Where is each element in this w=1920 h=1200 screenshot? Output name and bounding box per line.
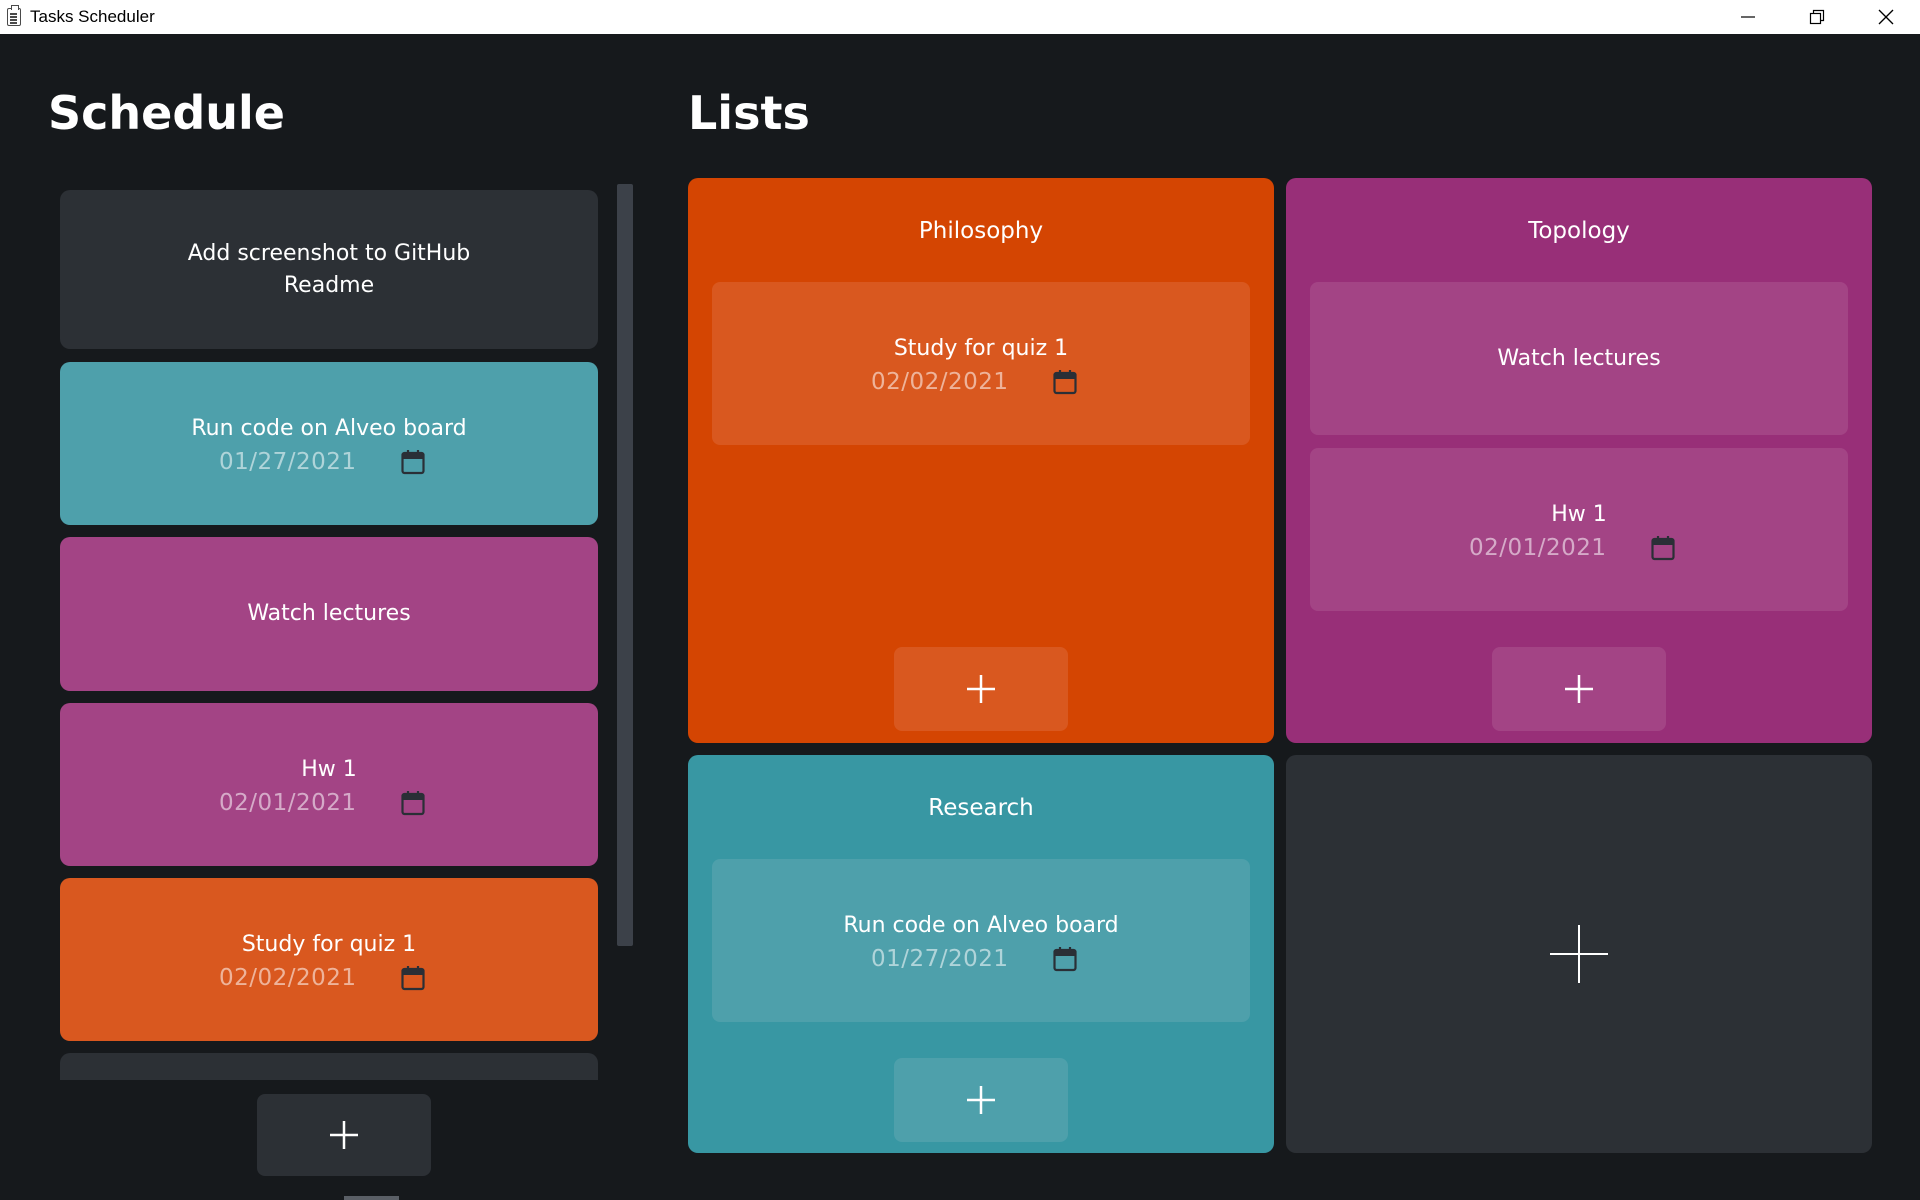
close-icon xyxy=(1878,9,1893,25)
task-title: Hw 1 xyxy=(1551,501,1607,527)
schedule-heading: Schedule xyxy=(48,86,285,140)
clipboard-icon xyxy=(7,5,21,26)
task-title: Study for quiz 1 xyxy=(893,335,1069,361)
calendar-icon[interactable] xyxy=(1053,946,1077,972)
window-controls xyxy=(1713,0,1920,34)
lists-heading: Lists xyxy=(688,86,810,140)
task-title: Hw 1 xyxy=(301,756,357,782)
schedule-item-partial[interactable] xyxy=(60,1053,598,1080)
task-date[interactable]: 02/02/2021 xyxy=(219,965,357,991)
list-item[interactable]: Hw 1 02/01/2021 xyxy=(1310,448,1848,611)
task-date-row: 01/27/2021 xyxy=(199,447,459,481)
task-date-row: 01/27/2021 xyxy=(851,944,1111,978)
task-title: Run code on Alveo board xyxy=(843,912,1119,938)
task-title: Watch lectures xyxy=(247,601,411,626)
resize-handle[interactable] xyxy=(344,1196,399,1200)
add-list-item-button[interactable] xyxy=(894,1058,1068,1142)
task-date[interactable]: 02/01/2021 xyxy=(1469,535,1607,561)
schedule-item[interactable]: Hw 1 02/01/2021 xyxy=(60,703,598,866)
add-list-item-button[interactable] xyxy=(894,647,1068,731)
task-date-row: 02/01/2021 xyxy=(199,788,459,822)
restore-icon xyxy=(1809,9,1824,25)
plus-icon xyxy=(967,1086,995,1114)
calendar-icon[interactable] xyxy=(401,790,425,816)
list-panel-topology: Topology Watch lectures Hw 1 02/01/2021 xyxy=(1286,178,1872,743)
schedule-item[interactable]: Add screenshot to GitHub Readme xyxy=(60,190,598,349)
schedule-scrollbar[interactable] xyxy=(617,184,633,946)
task-title: Watch lectures xyxy=(1497,345,1661,371)
task-date[interactable]: 02/02/2021 xyxy=(871,369,1009,395)
task-date[interactable]: 01/27/2021 xyxy=(219,449,357,475)
restore-button[interactable] xyxy=(1782,0,1851,34)
task-title: Study for quiz 1 xyxy=(241,931,417,957)
schedule-item[interactable]: Watch lectures xyxy=(60,537,598,691)
task-date-row: 02/02/2021 xyxy=(199,963,459,997)
task-date[interactable]: 01/27/2021 xyxy=(871,946,1009,972)
add-task-button[interactable] xyxy=(257,1094,431,1176)
list-title: Research xyxy=(928,795,1034,821)
add-list-button[interactable] xyxy=(1286,755,1872,1153)
list-item[interactable]: Run code on Alveo board 01/27/2021 xyxy=(712,859,1250,1022)
task-title: Run code on Alveo board xyxy=(191,415,467,441)
task-title: Add screenshot to GitHub Readme xyxy=(187,240,471,298)
title-bar: Tasks Scheduler xyxy=(0,0,1920,34)
task-date-row: 02/02/2021 xyxy=(851,367,1111,401)
list-panel-philosophy: Philosophy Study for quiz 1 02/02/2021 xyxy=(688,178,1274,743)
list-item[interactable]: Watch lectures xyxy=(1310,282,1848,435)
schedule-item[interactable]: Study for quiz 1 02/02/2021 xyxy=(60,878,598,1041)
schedule-item[interactable]: Run code on Alveo board 01/27/2021 xyxy=(60,362,598,525)
task-date[interactable]: 02/01/2021 xyxy=(219,790,357,816)
minimize-icon xyxy=(1740,16,1755,18)
plus-icon xyxy=(1565,675,1593,703)
list-title: Topology xyxy=(1528,218,1630,244)
plus-icon xyxy=(330,1121,358,1149)
add-list-item-button[interactable] xyxy=(1492,647,1666,731)
list-title: Philosophy xyxy=(918,218,1044,244)
list-panel-research: Research Run code on Alveo board 01/27/2… xyxy=(688,755,1274,1153)
calendar-icon[interactable] xyxy=(1651,535,1675,561)
list-item[interactable]: Study for quiz 1 02/02/2021 xyxy=(712,282,1250,445)
plus-icon xyxy=(967,675,995,703)
minimize-button[interactable] xyxy=(1713,0,1782,34)
calendar-icon[interactable] xyxy=(401,449,425,475)
close-button[interactable] xyxy=(1851,0,1920,34)
plus-icon xyxy=(1550,925,1608,983)
schedule-list[interactable]: Add screenshot to GitHub Readme Run code… xyxy=(60,190,598,1080)
window-title: Tasks Scheduler xyxy=(30,7,155,26)
task-date-row: 02/01/2021 xyxy=(1449,533,1709,567)
calendar-icon[interactable] xyxy=(401,965,425,991)
calendar-icon[interactable] xyxy=(1053,369,1077,395)
